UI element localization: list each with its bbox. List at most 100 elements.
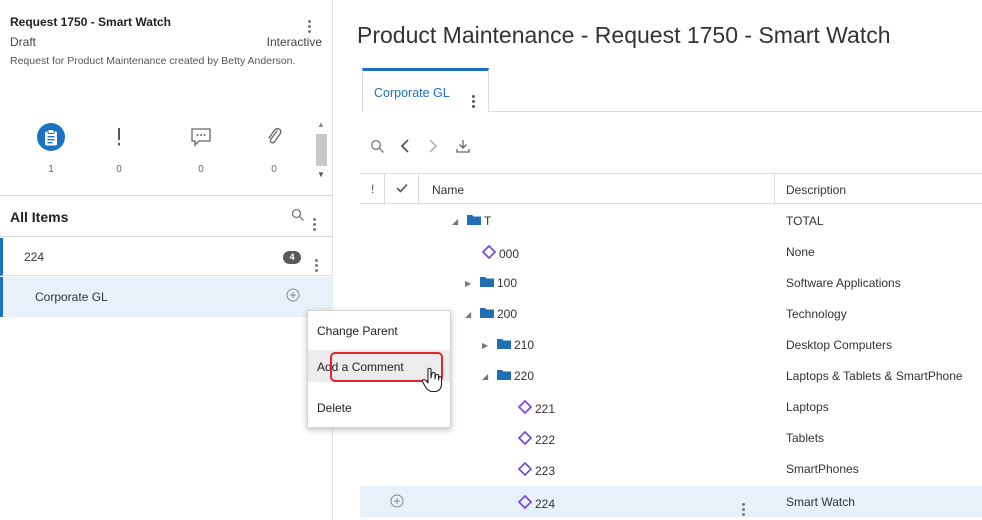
- table-row[interactable]: 223 SmartPhones: [360, 453, 982, 484]
- node-name: 220: [514, 369, 535, 383]
- node-name: 000: [499, 246, 520, 261]
- page-title: Product Maintenance - Request 1750 - Sma…: [357, 22, 891, 48]
- table-row[interactable]: 221 Laptops: [360, 391, 982, 422]
- collapse-icon[interactable]: ◢: [452, 217, 462, 226]
- folder-icon: [480, 276, 494, 290]
- item-label: 224: [24, 250, 45, 264]
- node-name: 100: [497, 276, 518, 290]
- node-description: Laptops & Tablets & SmartPhone: [786, 369, 963, 383]
- scroll-down-icon[interactable]: ▼: [317, 170, 325, 179]
- menu-item-label: Delete: [317, 401, 352, 415]
- attachments-count: 0: [271, 164, 277, 175]
- item-row-224[interactable]: 224 4: [0, 238, 333, 276]
- scroll-thumb[interactable]: [316, 134, 327, 166]
- comment-icon: [181, 122, 221, 152]
- request-more-icon[interactable]: [306, 12, 316, 33]
- grid-header: ! Name Description: [360, 173, 982, 205]
- request-description: Request for Product Maintenance created …: [10, 55, 296, 67]
- issues-tab[interactable]: 0: [99, 122, 139, 175]
- expand-icon[interactable]: ▶: [482, 341, 492, 350]
- table-row[interactable]: ◢ 200 Technology: [360, 298, 982, 329]
- request-mode: Interactive: [266, 35, 322, 49]
- all-items-more-icon[interactable]: [311, 210, 317, 231]
- item-label: Corporate GL: [35, 290, 108, 304]
- node-name: 210: [514, 338, 535, 352]
- table-row[interactable]: 000 None: [360, 236, 982, 267]
- icon-tabs-scrollbar[interactable]: ▲ ▼: [314, 120, 328, 182]
- request-panel: Request 1750 - Smart Watch Draft Interac…: [0, 0, 333, 520]
- add-circle-icon[interactable]: [286, 288, 300, 305]
- row-more-icon[interactable]: [740, 495, 746, 516]
- viewpoint-tabs: Corporate GL: [362, 68, 982, 112]
- folder-icon: [467, 214, 481, 228]
- folder-icon: [480, 307, 494, 321]
- hierarchy-grid: ! Name Description ◢ T TOTAL 000 None ▶ …: [360, 173, 982, 520]
- node-name: 223: [535, 463, 556, 478]
- search-icon[interactable]: [291, 208, 305, 225]
- diamond-icon: [517, 430, 533, 448]
- download-icon[interactable]: [454, 136, 472, 156]
- check-icon[interactable]: [396, 182, 408, 196]
- table-row[interactable]: ▶ 100 Software Applications: [360, 267, 982, 298]
- node-description: TOTAL: [786, 214, 824, 228]
- hand-cursor-icon: [421, 367, 443, 396]
- scroll-up-icon[interactable]: ▲: [317, 120, 325, 129]
- all-items-header: All Items: [0, 195, 333, 237]
- menu-item-label: Change Parent: [317, 324, 398, 338]
- collapse-icon[interactable]: ◢: [482, 372, 492, 381]
- table-row[interactable]: ▶ 210 Desktop Computers: [360, 329, 982, 360]
- table-row[interactable]: ◢ T TOTAL: [360, 205, 982, 236]
- collapse-icon[interactable]: ◢: [465, 310, 475, 319]
- menu-item-change-parent[interactable]: Change Parent: [308, 314, 450, 346]
- node-description: Technology: [786, 307, 847, 321]
- all-items-label: All Items: [10, 209, 69, 225]
- description-column-header[interactable]: Description: [786, 183, 846, 197]
- node-name: 224: [535, 496, 556, 511]
- items-tab[interactable]: 1: [31, 122, 71, 175]
- add-circle-icon[interactable]: [390, 494, 404, 511]
- name-column-header[interactable]: Name: [432, 183, 464, 197]
- item-more-icon[interactable]: [313, 251, 319, 272]
- diamond-icon: [517, 494, 533, 512]
- expand-icon[interactable]: ▶: [465, 279, 475, 288]
- forward-icon[interactable]: [424, 136, 442, 156]
- comments-count: 0: [198, 164, 204, 175]
- diamond-icon: [517, 399, 533, 417]
- diamond-icon: [481, 244, 497, 262]
- table-row[interactable]: 222 Tablets: [360, 422, 982, 453]
- node-description: None: [786, 245, 815, 259]
- item-row-corporate-gl[interactable]: Corporate GL: [0, 277, 333, 317]
- diamond-icon: [517, 461, 533, 479]
- comments-tab[interactable]: 0: [181, 122, 221, 175]
- tab-more-icon[interactable]: [470, 87, 476, 108]
- node-name: T: [484, 214, 492, 228]
- node-description: Software Applications: [786, 276, 901, 290]
- node-description: SmartPhones: [786, 462, 859, 476]
- attachments-tab[interactable]: 0: [254, 122, 294, 175]
- tab-corporate-gl[interactable]: Corporate GL: [362, 68, 489, 112]
- table-row-selected[interactable]: 224 Smart Watch: [360, 486, 982, 517]
- items-count: 1: [48, 164, 54, 175]
- paperclip-icon: [254, 122, 294, 152]
- request-status: Draft: [10, 35, 37, 49]
- node-description: Desktop Computers: [786, 338, 893, 352]
- node-name: 200: [497, 307, 518, 321]
- node-name: 222: [535, 432, 556, 447]
- folder-icon: [497, 369, 511, 383]
- request-icon-tabs: 1 0 0 0: [0, 118, 333, 188]
- node-description: Tablets: [786, 431, 825, 445]
- exclamation-icon: [99, 122, 139, 152]
- issues-count: 0: [116, 164, 122, 175]
- tab-label: Corporate GL: [374, 86, 450, 100]
- node-description: Smart Watch: [786, 495, 855, 509]
- count-badge: 4: [283, 251, 301, 264]
- folder-icon: [497, 338, 511, 352]
- node-description: Laptops: [786, 400, 829, 414]
- clipboard-icon: [37, 123, 65, 151]
- request-title: Request 1750 - Smart Watch: [10, 15, 171, 29]
- back-icon[interactable]: [396, 136, 414, 156]
- flag-column-header: !: [371, 182, 375, 196]
- search-icon[interactable]: [368, 136, 386, 156]
- node-name: 221: [535, 401, 556, 416]
- table-row[interactable]: ◢ 220 Laptops & Tablets & SmartPhone: [360, 360, 982, 391]
